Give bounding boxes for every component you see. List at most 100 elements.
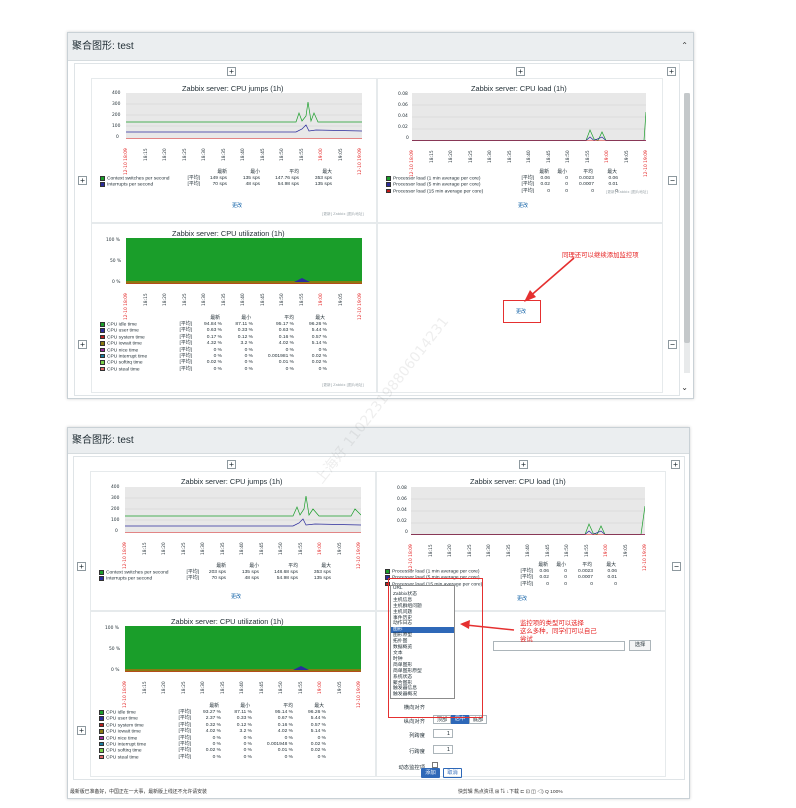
- label-dynamic: 动态监控项: [398, 765, 426, 771]
- legend-name: Interrupts per second: [107, 182, 154, 188]
- edit-link[interactable]: 更改: [516, 308, 526, 315]
- legend-row: CPU steal time [平均] 0 % 0 % 0 % 0 %: [99, 754, 369, 761]
- y-tick: 0: [116, 135, 119, 140]
- graph-legend: CPU idle time [平均] 94.84 % 87.11 % 95.17 % 96…: [100, 322, 370, 373]
- x-tick: 18:25: [181, 681, 187, 694]
- add-button[interactable]: 添加: [421, 768, 440, 778]
- x-tick: 12-10 18:09: [409, 544, 414, 571]
- remove-row-button[interactable]: −: [672, 562, 681, 571]
- cpu-jumps-plot: [125, 487, 361, 533]
- legend-row: Interrupts per second [平均] 70 sps 48 sps 54.…: [99, 576, 369, 582]
- y-tick: 200: [111, 507, 120, 512]
- add-column-button[interactable]: +: [667, 67, 676, 76]
- y-tick: 100 %: [106, 238, 120, 243]
- colspan-input[interactable]: 1: [433, 729, 453, 738]
- footer-tag: [更新] Zabbix [图片地址]: [606, 190, 648, 194]
- screen-grid: + + + + + − − Zabbix server: CPU jumps (…: [74, 63, 680, 396]
- legend-swatch: [100, 360, 105, 365]
- x-tick: 12-10 19:09: [358, 148, 363, 175]
- edit-link[interactable]: 更改: [232, 202, 242, 209]
- x-tick: 12-10 19:09: [358, 293, 363, 320]
- x-tick: 19:05: [623, 544, 629, 557]
- legend-name: CPU interrupt time: [107, 354, 148, 360]
- add-column-button[interactable]: +: [227, 67, 236, 76]
- x-tick: 12-10 19:09: [644, 150, 649, 177]
- x-tick: 18:45: [546, 150, 552, 163]
- chevron-up-icon[interactable]: ⌃: [681, 41, 688, 50]
- y-tick: 100 %: [105, 626, 119, 631]
- y-tick: 0.02: [397, 519, 407, 524]
- add-row-button[interactable]: +: [77, 562, 86, 571]
- add-row-button[interactable]: +: [78, 340, 87, 349]
- y-tick: 0: [115, 529, 118, 534]
- edit-link[interactable]: 更改: [231, 593, 241, 600]
- edit-link[interactable]: 更改: [517, 595, 527, 602]
- add-column-button[interactable]: +: [671, 460, 680, 469]
- x-tick: 19:00: [604, 544, 609, 557]
- graph-legend: Context switches per second [平均] 149 sps 13…: [100, 176, 370, 189]
- x-tick: 18:55: [298, 542, 304, 555]
- x-tick: 19:00: [318, 542, 323, 555]
- legend-name: CPU nice time: [107, 348, 139, 354]
- remove-row-button[interactable]: −: [668, 176, 677, 185]
- x-tick: 18:15: [428, 544, 434, 557]
- x-tick: 18:25: [182, 148, 188, 161]
- graph-legend: CPU idle time [平均] 93.27 % 87.11 % 95.14 % 96…: [99, 710, 369, 761]
- cpu-utilization-plot: [125, 626, 361, 672]
- legend-last: 0 %: [213, 366, 222, 372]
- legend-max: 0 %: [317, 754, 326, 760]
- x-tick: 19:05: [624, 150, 630, 163]
- x-tick: 18:50: [279, 542, 284, 555]
- scrollbar-thumb[interactable]: [684, 93, 690, 343]
- statusbar-right: 快剪辑 热点资讯 ⊞ ⇅ ↓下载 ⊏ ⊡ ◫ ◁) Q 100%: [458, 790, 563, 795]
- x-tick: 18:15: [142, 542, 148, 555]
- chevron-down-icon[interactable]: ⌄: [681, 383, 688, 392]
- x-tick: 18:25: [468, 150, 474, 163]
- graph-title: Zabbix server: CPU jumps (1h): [181, 477, 283, 486]
- cancel-button[interactable]: 取消: [443, 768, 462, 778]
- add-row-button[interactable]: +: [77, 726, 86, 735]
- legend-max: 0 %: [318, 366, 327, 372]
- legend-swatch: [386, 176, 391, 181]
- x-tick: 18:35: [506, 544, 512, 557]
- label-rowspan: 行跨度: [409, 749, 425, 755]
- add-column-button[interactable]: +: [227, 460, 236, 469]
- legend-fn: [平均]: [521, 188, 535, 194]
- legend-name: CPU interrupt time: [106, 742, 147, 748]
- x-tick: 18:30: [202, 293, 207, 306]
- add-row-button[interactable]: +: [78, 176, 87, 185]
- add-column-button[interactable]: +: [516, 67, 525, 76]
- legend-avg: 0: [590, 581, 593, 587]
- legend-avg: 54.98 sps: [276, 576, 298, 582]
- x-tick: 19:05: [338, 148, 344, 161]
- legend-avg: 54.98 sps: [277, 182, 299, 188]
- legend-avg: 0 %: [285, 366, 294, 372]
- footer-tag: [更新] Zabbix [图片地址]: [322, 383, 364, 387]
- legend-fn: [平均]: [520, 581, 534, 587]
- add-column-button[interactable]: +: [519, 460, 528, 469]
- graph-title: Zabbix server: CPU utilization (1h): [172, 229, 285, 238]
- graph-title: Zabbix server: CPU jumps (1h): [182, 84, 284, 93]
- x-tick: 18:55: [298, 681, 304, 694]
- legend-swatch: [99, 722, 104, 728]
- x-tick: 18:40: [527, 150, 532, 163]
- graph-cell-cpu-jumps: Zabbix server: CPU jumps (1h) 400 300 20…: [90, 471, 376, 611]
- legend-swatch: [385, 569, 390, 574]
- x-tick: 18:15: [142, 681, 148, 694]
- x-tick: 18:50: [280, 148, 285, 161]
- edit-link[interactable]: 更改: [518, 202, 528, 209]
- legend-avg: 0 %: [284, 754, 293, 760]
- legend-max: 135 sps: [314, 182, 332, 188]
- remove-row-button[interactable]: −: [668, 340, 677, 349]
- graph-title: Zabbix server: CPU load (1h): [471, 84, 567, 93]
- annotation-arrow: [460, 620, 515, 631]
- x-tick: 18:45: [259, 542, 265, 555]
- rowspan-input[interactable]: 1: [433, 745, 453, 754]
- y-tick: 0.08: [397, 486, 407, 491]
- page-title: 聚合图形: test: [68, 33, 693, 61]
- x-tick: 19:00: [605, 150, 610, 163]
- x-tick: 18:50: [280, 293, 285, 306]
- graph-title: Zabbix server: CPU load (1h): [470, 477, 566, 486]
- scrollbar[interactable]: [684, 93, 690, 373]
- select-button[interactable]: 选择: [629, 640, 651, 651]
